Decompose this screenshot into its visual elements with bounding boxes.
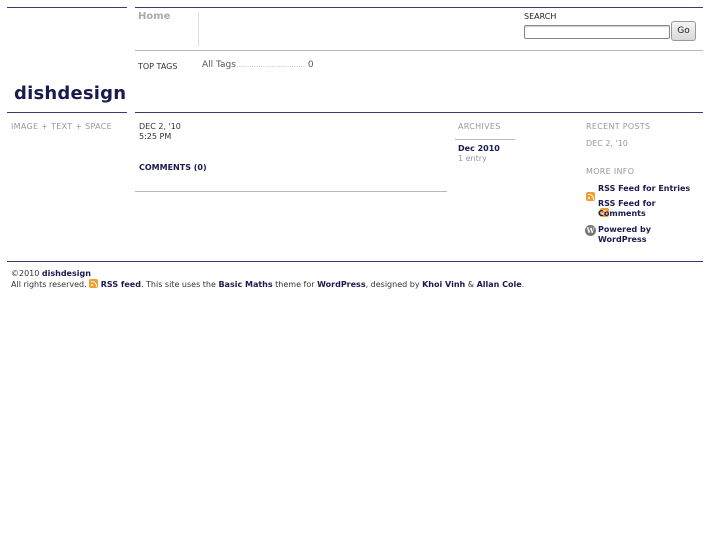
tags-dots: ............................... — [235, 61, 305, 69]
search-label: SEARCH — [524, 12, 557, 21]
footer-designer2-link[interactable]: Allan Cole — [477, 280, 522, 289]
post-time: 5:25 PM — [139, 132, 172, 141]
footer-site-link[interactable]: dishdesign — [42, 269, 91, 278]
rss-comments-line1: RSS Feed for — [598, 199, 656, 208]
all-tags-row: All Tags............................... … — [202, 60, 314, 70]
footer-rights: All rights reserved. — [11, 280, 87, 289]
search-input[interactable] — [524, 25, 670, 39]
archives-label: ARCHIVES — [458, 122, 501, 131]
site-tagline: IMAGE + TEXT + SPACE — [11, 122, 112, 131]
powered-line2: WordPress — [598, 235, 647, 244]
recent-post-link[interactable]: DEC 2, '10 — [586, 139, 628, 148]
wordpress-icon: W — [585, 225, 596, 236]
post-divider — [135, 191, 447, 192]
comments-link[interactable]: COMMENTS (0) — [139, 163, 207, 172]
archive-month-link[interactable]: Dec 2010 — [458, 144, 500, 153]
footer-designed-text: , designed by — [365, 280, 420, 289]
top-rule-right — [135, 7, 703, 8]
recent-posts-label: RECENT POSTS — [586, 122, 651, 131]
mid-rule-left — [7, 112, 127, 113]
footer-rule — [7, 261, 703, 262]
footer-rss-link[interactable]: RSS feed — [101, 280, 141, 289]
footer-copyright: ©2010 — [11, 269, 40, 278]
nav-divider — [198, 12, 199, 46]
footer-wordpress-link[interactable]: WordPress — [317, 280, 365, 289]
site-title[interactable]: dishdesign — [14, 83, 126, 104]
tags-count: 0 — [307, 60, 314, 70]
rss-icon — [586, 192, 595, 201]
rss-comments-link[interactable]: RSS Feed for Comments — [598, 199, 656, 219]
post-date: DEC 2, '10 — [139, 122, 181, 131]
top-tags-label: TOP TAGS — [138, 62, 178, 71]
more-info-label: MORE INFO — [586, 167, 635, 176]
footer-uses-text: . This site uses the — [140, 280, 216, 289]
top-rule-left — [7, 7, 127, 8]
all-tags-link[interactable]: All Tags — [202, 60, 236, 70]
footer-theme-link[interactable]: Basic Maths — [218, 280, 272, 289]
footer-end: . — [521, 280, 525, 289]
footer-designer1-link[interactable]: Khoi Vinh — [422, 280, 465, 289]
rss-icon — [89, 279, 99, 288]
powered-by-link[interactable]: Powered by WordPress — [598, 225, 651, 245]
header-divider — [135, 50, 703, 51]
archive-entry-count: 1 entry — [458, 154, 487, 163]
rss-comments-line2: Comments — [598, 209, 646, 218]
mid-rule-right — [135, 112, 703, 113]
footer-theme-for-text: theme for — [275, 280, 315, 289]
go-button[interactable]: Go — [671, 21, 696, 41]
nav-home-link[interactable]: Home — [138, 11, 170, 22]
rss-entries-link[interactable]: RSS Feed for Entries — [598, 184, 690, 193]
footer-line2: All rights reserved. RSS feed. This site… — [11, 279, 524, 289]
footer-line1: ©2010 dishdesign — [11, 269, 91, 278]
footer-amp: & — [467, 280, 475, 289]
powered-line1: Powered by — [598, 225, 651, 234]
archives-rule — [455, 139, 515, 140]
